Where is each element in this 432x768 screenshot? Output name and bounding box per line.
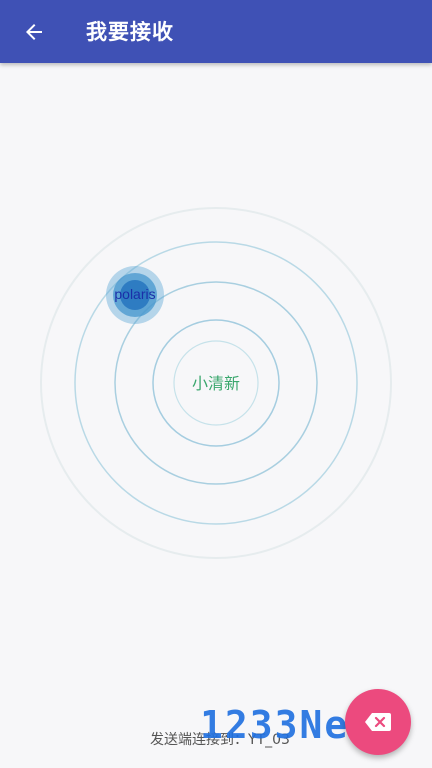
- backspace-icon: [365, 713, 391, 731]
- fab-button[interactable]: [345, 689, 411, 755]
- own-device-label: 小清新: [191, 374, 240, 393]
- discovered-device[interactable]: polaris: [106, 266, 164, 324]
- device-name: polaris: [114, 286, 156, 302]
- app-screen: 我要接收 小清新 polaris 发送端连接到：YT_03 1233News: [0, 0, 432, 768]
